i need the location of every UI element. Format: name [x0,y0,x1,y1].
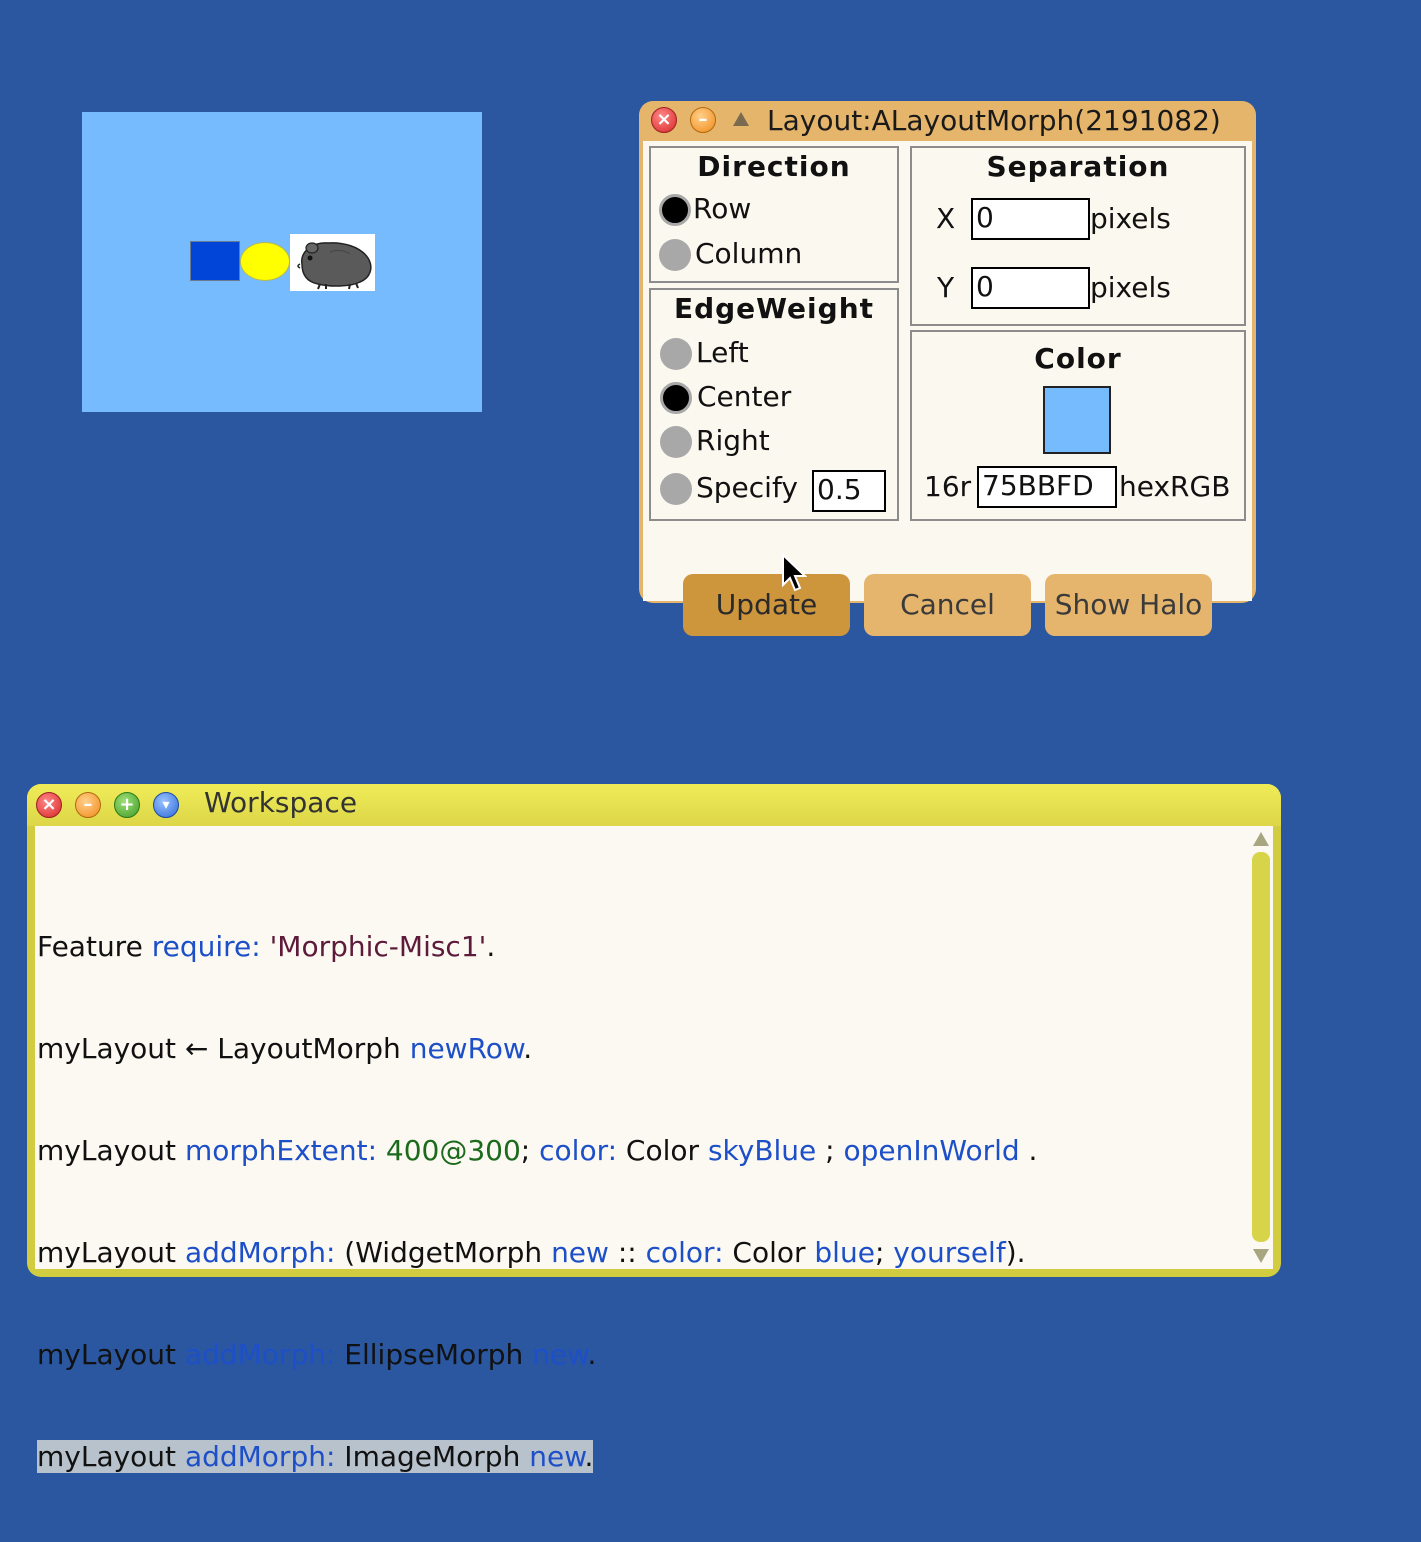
edge-specify-radio[interactable] [660,473,692,505]
cancel-button[interactable]: Cancel [864,574,1031,636]
yellow-ellipse-morph[interactable] [240,242,290,281]
layout-dialog-window[interactable]: × – Layout:ALayoutMorph(2191082) Directi… [639,101,1256,636]
edge-center-label: Center [697,380,792,413]
direction-row-label: Row [693,192,752,225]
update-button[interactable]: Update [683,574,850,636]
edge-specify-label: Specify [696,471,798,504]
mouse-cursor-icon [782,553,807,592]
scroll-up-icon[interactable] [1253,832,1269,846]
layout-morph[interactable] [82,112,482,412]
scroll-down-icon[interactable] [1253,1249,1269,1263]
workspace-titlebar[interactable]: × – + ▾ Workspace [27,784,1281,826]
scroll-thumb[interactable] [1252,852,1270,1242]
separation-y-unit: pixels [1090,271,1171,304]
workspace-title: Workspace [204,786,358,819]
expand-icon[interactable]: + [114,792,140,818]
dialog-body: Direction Row Column EdgeWeight Left Cen… [643,141,1252,636]
workspace-code[interactable]: Feature require: 'Morphic-Misc1'. myLayo… [37,862,1037,1542]
workspace-scrollbar[interactable] [1249,826,1273,1269]
edge-right-label: Right [696,424,770,457]
color-title: Color [1034,342,1122,375]
color-prefix: 16r [924,470,972,503]
edge-specify-field[interactable]: 0.5 [812,470,886,512]
edge-weight-panel: EdgeWeight Left Center Right Specify 0.5 [649,288,899,521]
separation-panel: Separation X 0 pixels Y 0 pixels [910,146,1246,326]
direction-panel: Direction Row Column [649,146,899,283]
edge-center-radio[interactable] [660,382,692,414]
separation-y-field[interactable]: 0 [971,267,1090,309]
edge-left-radio[interactable] [660,338,692,370]
direction-row-radio[interactable] [659,194,691,226]
close-icon[interactable]: × [36,792,62,818]
show-halo-button[interactable]: Show Halo [1045,574,1212,636]
window-menu-icon[interactable]: ▾ [153,792,179,818]
workspace-window[interactable]: × – + ▾ Workspace Feature require: 'Morp… [27,784,1281,1473]
hamster-icon [297,242,372,290]
blue-widget-morph[interactable] [190,241,240,281]
color-hex-field[interactable]: 75BBFD [977,466,1117,508]
minimize-icon[interactable]: – [75,792,101,818]
dialog-title: Layout:ALayoutMorph(2191082) [767,104,1221,137]
edge-weight-title: EdgeWeight [673,292,875,325]
workspace-text-pane[interactable]: Feature require: 'Morphic-Misc1'. myLayo… [35,826,1249,1473]
direction-column-label: Column [695,237,803,270]
separation-x-label: X [936,202,956,235]
separation-x-field[interactable]: 0 [971,198,1090,240]
hamster-image-morph[interactable] [290,234,375,291]
color-suffix: hexRGB [1119,470,1231,503]
minimize-icon[interactable]: – [690,107,716,133]
collapse-arrow-icon[interactable] [733,112,749,126]
separation-x-unit: pixels [1090,202,1171,235]
direction-title: Direction [697,150,851,183]
color-panel: Color 16r 75BBFD hexRGB [910,330,1246,521]
separation-y-label: Y [937,271,955,304]
edge-left-label: Left [696,336,749,369]
edge-right-radio[interactable] [660,426,692,458]
color-swatch[interactable] [1043,386,1111,454]
separation-title: Separation [986,150,1170,183]
close-icon[interactable]: × [651,107,677,133]
direction-column-radio[interactable] [659,239,691,271]
